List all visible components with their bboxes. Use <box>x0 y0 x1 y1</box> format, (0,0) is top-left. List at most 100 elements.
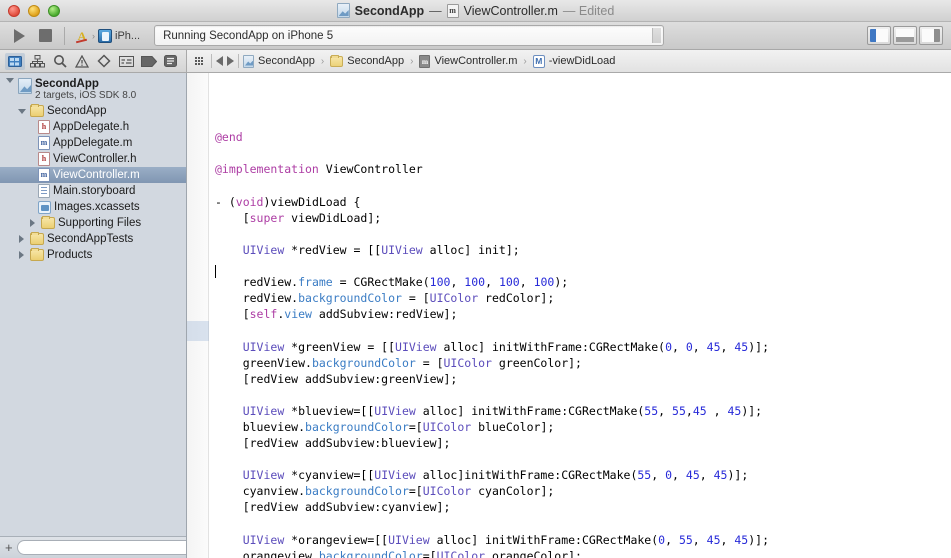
code-token: *cyanview=[[ <box>284 468 375 483</box>
back-arrow-icon[interactable] <box>216 56 223 66</box>
code-token: 100 <box>533 275 555 290</box>
issue-navigator-tab[interactable] <box>72 53 92 70</box>
debug-lines-icon <box>118 55 134 67</box>
code-token: =[ <box>408 419 423 434</box>
disclosure-triangle[interactable] <box>27 219 38 227</box>
stop-button[interactable] <box>32 25 58 47</box>
diamond-icon <box>97 54 111 68</box>
editor-pane-icon <box>876 29 888 42</box>
run-button[interactable] <box>6 25 32 47</box>
navigator-bottom-bar: + <box>0 536 186 558</box>
project-icon <box>336 3 350 18</box>
breadcrumb-item-project[interactable]: SecondApp <box>243 54 315 68</box>
add-file-button[interactable]: + <box>5 541 13 554</box>
related-files-icon[interactable] <box>195 57 203 65</box>
close-window-button[interactable] <box>8 4 20 17</box>
method-icon: M <box>532 54 545 68</box>
code-token: , <box>699 468 714 483</box>
code-token: backgroundColor <box>311 355 416 370</box>
tree-row-project[interactable]: SecondApp 2 targets, iOS SDK 8.0 <box>0 77 186 103</box>
project-icon <box>243 54 254 68</box>
text-caret <box>215 265 216 278</box>
code-token: UIView <box>242 468 285 483</box>
code-token: =[ <box>408 484 423 499</box>
code-token: UIColor <box>422 484 472 499</box>
code-token: )]; <box>741 403 763 418</box>
folder-icon <box>41 215 55 229</box>
code-token: view <box>284 307 312 322</box>
tree-row-images-xcassets[interactable]: Images.xcassets <box>0 199 186 215</box>
tree-row-viewcontroller-m[interactable]: m ViewController.m <box>0 167 186 183</box>
tree-row-label: ViewController.m <box>53 169 140 181</box>
chevron-right-icon: › <box>92 30 95 41</box>
code-content[interactable]: @end @implementation ViewController - (v… <box>209 73 951 558</box>
code-token: = CGRectMake( <box>332 275 430 290</box>
code-token: backgroundColor <box>298 291 402 306</box>
code-token: 100 <box>498 275 520 290</box>
test-navigator-tab[interactable] <box>94 53 114 70</box>
minimize-window-button[interactable] <box>28 4 40 17</box>
tree-row-viewcontroller-h[interactable]: h ViewController.h <box>0 151 186 167</box>
project-navigator-tab[interactable] <box>5 52 26 70</box>
tree-row-appdelegate-h[interactable]: h AppDelegate.h <box>0 119 186 135</box>
debug-area-toggle-button[interactable] <box>893 26 917 45</box>
navigator-tab-bar <box>0 50 187 73</box>
tree-row-main-storyboard[interactable]: Main.storyboard <box>0 183 186 199</box>
xcode-window: SecondApp — m ViewController.m — Edited … <box>0 0 951 558</box>
code-token: , <box>651 468 666 483</box>
code-token: ); <box>554 275 569 290</box>
xcassets-icon <box>38 200 51 214</box>
tree-row-label: SecondAppTests <box>47 233 134 245</box>
disclosure-triangle[interactable] <box>16 108 27 114</box>
code-token: 0 <box>685 339 693 354</box>
navigator-toggle-button[interactable] <box>867 26 891 45</box>
utilities-toggle-button[interactable] <box>919 26 943 45</box>
forward-arrow-icon[interactable] <box>227 56 234 66</box>
folder-icon <box>30 103 44 117</box>
disclosure-triangle[interactable] <box>16 251 27 259</box>
tree-row-products[interactable]: Products <box>0 247 186 263</box>
disclosure-triangle[interactable] <box>4 78 15 83</box>
status-text: Running SecondApp on iPhone 5 <box>163 29 334 42</box>
report-navigator-tab[interactable] <box>161 53 181 70</box>
search-navigator-tab[interactable] <box>50 53 70 70</box>
editor-gutter[interactable] <box>187 73 209 558</box>
code-line: blueview.backgroundColor=[UIColor blueCo… <box>209 419 951 435</box>
tree-row-group-secondapp[interactable]: SecondApp <box>0 103 186 119</box>
breadcrumb-item-file[interactable]: m ViewController.m <box>419 54 517 68</box>
folder-icon <box>30 231 44 245</box>
tree-row-appdelegate-m[interactable]: m AppDelegate.m <box>0 135 186 151</box>
scheme-selector[interactable]: › iPh... <box>71 28 144 43</box>
filter-input[interactable] <box>16 540 186 555</box>
tree-row-supporting-files[interactable]: Supporting Files <box>0 215 186 231</box>
code-line: - (void)viewDidLoad { <box>209 194 951 210</box>
tree-row-secondapptests[interactable]: SecondAppTests <box>0 231 186 247</box>
debug-navigator-tab[interactable] <box>116 53 136 70</box>
breadcrumb-item-group[interactable]: SecondApp <box>330 54 404 67</box>
disclosure-triangle[interactable] <box>16 235 27 243</box>
tree-row-label: Products <box>47 249 93 261</box>
title-bar: SecondApp — m ViewController.m — Edited <box>0 0 951 22</box>
code-token: 55 <box>637 468 652 483</box>
main-body: SecondApp 2 targets, iOS SDK 8.0 SecondA… <box>0 73 951 558</box>
code-token: ViewController <box>318 162 423 177</box>
warning-triangle-icon <box>74 54 89 68</box>
breakpoint-navigator-tab[interactable] <box>139 53 159 70</box>
breadcrumb-label: -viewDidLoad <box>548 55 616 67</box>
m-file-icon: m <box>38 136 50 150</box>
code-token: = [ <box>415 355 444 370</box>
code-line: redView.backgroundColor = [UIColor redCo… <box>209 290 951 306</box>
breadcrumb-label: SecondApp <box>258 55 315 67</box>
code-token: frame <box>298 275 333 290</box>
source-editor: @end @implementation ViewController - (v… <box>187 73 951 558</box>
code-token: UIView <box>374 403 416 418</box>
code-token: , <box>672 468 686 483</box>
zoom-window-button[interactable] <box>48 4 60 17</box>
symbol-navigator-tab[interactable] <box>27 53 47 70</box>
breadcrumb-item-method[interactable]: M -viewDidLoad <box>532 54 616 68</box>
code-token: *redView = [[ <box>284 242 382 257</box>
